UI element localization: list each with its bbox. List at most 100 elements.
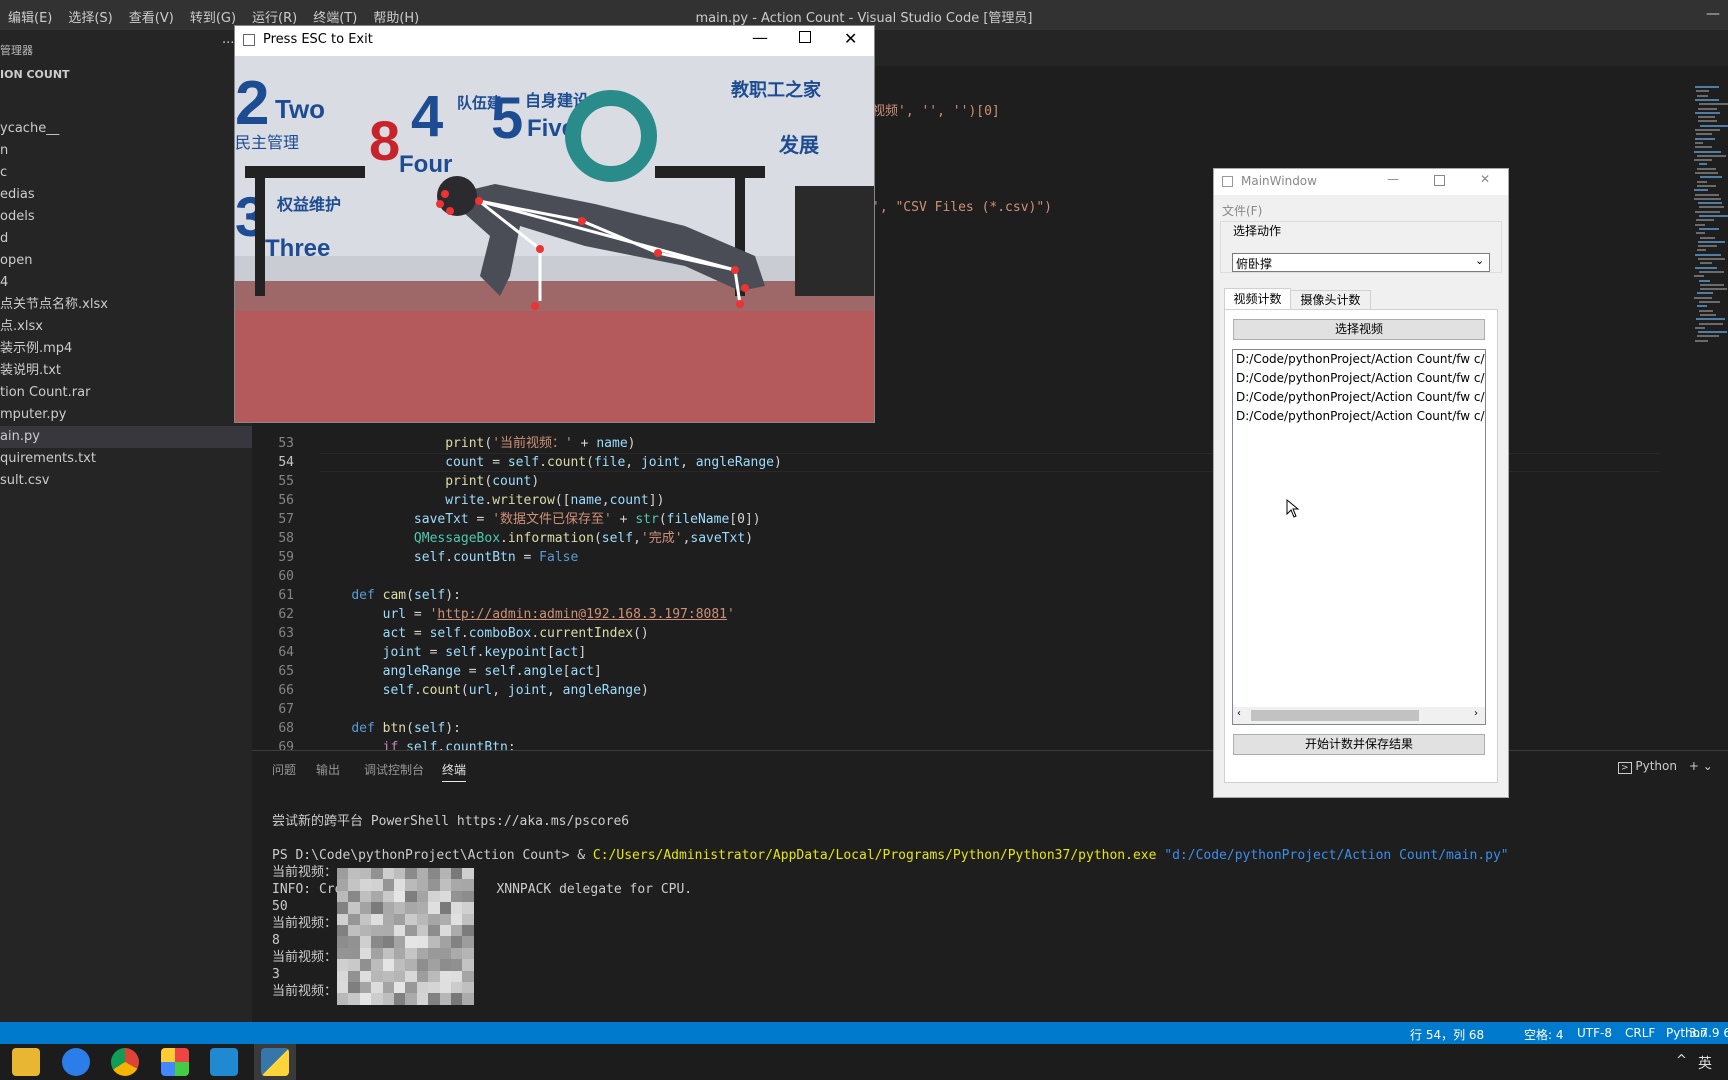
- mosaic-cell: [417, 971, 428, 982]
- panel-tab[interactable]: 输出: [316, 761, 340, 778]
- mosaic-cell: [451, 971, 462, 982]
- minimize-icon[interactable]: —: [1698, 6, 1728, 22]
- scroll-left-icon[interactable]: ‹: [1237, 708, 1241, 719]
- mosaic-cell: [462, 902, 473, 913]
- minimap-line: [1699, 323, 1723, 325]
- minimize-icon[interactable]: —: [752, 28, 768, 47]
- code-token: .: [414, 683, 422, 698]
- add-terminal-icon[interactable]: +: [1689, 759, 1699, 773]
- status-eol[interactable]: CRLF: [1625, 1026, 1655, 1040]
- file-tree-item[interactable]: 装示例.mp4: [0, 338, 252, 360]
- mosaic-cell: [462, 993, 473, 1004]
- mosaic-cell: [428, 959, 439, 970]
- code-token: saveTxt: [690, 531, 745, 546]
- app-icon[interactable]: [161, 1048, 189, 1076]
- video-file-item[interactable]: D:/Code/pythonProject/Action Count/fw c/…: [1236, 371, 1486, 385]
- file-tree-item[interactable]: 装说明.txt: [0, 360, 252, 382]
- file-tree-item[interactable]: edias: [0, 184, 252, 206]
- code-token: =: [406, 626, 429, 641]
- file-tree-item[interactable]: 点.xlsx: [0, 316, 252, 338]
- mosaic-cell: [440, 879, 451, 890]
- panel-tab[interactable]: 调试控制台: [364, 761, 424, 778]
- code-token: count: [492, 474, 531, 489]
- mosaic-cell: [383, 879, 394, 890]
- video-file-item[interactable]: D:/Code/pythonProject/Action Count/fw c/…: [1236, 390, 1486, 404]
- file-tree-item[interactable]: n: [0, 140, 252, 162]
- code-token: [320, 626, 383, 641]
- mosaic-cell: [383, 982, 394, 993]
- line-number: 66: [252, 681, 294, 700]
- mosaic-cell: [360, 959, 371, 970]
- code-token: def: [351, 721, 374, 736]
- start-count-button[interactable]: 开始计数并保存结果: [1233, 734, 1485, 755]
- menu-file[interactable]: 文件(F): [1222, 202, 1262, 219]
- status-indentation[interactable]: 空格: 4: [1524, 1026, 1564, 1043]
- mosaic-cell: [348, 879, 359, 890]
- terminal-line: 当前视频：: [272, 949, 337, 966]
- minimap-line: [1698, 108, 1717, 110]
- status-interpreter[interactable]: 3.7.9 64: [1689, 1026, 1728, 1040]
- file-tree-item[interactable]: odels: [0, 206, 252, 228]
- action-combo-box[interactable]: 俯卧撑 ⌄: [1232, 253, 1490, 272]
- quark-browser-icon[interactable]: [62, 1048, 90, 1076]
- file-tree-item[interactable]: sult.csv: [0, 470, 252, 492]
- terminal-line: PS D:\Code\pythonProject\Action Count> &…: [272, 847, 1509, 864]
- file-tree-item[interactable]: mputer.py: [0, 404, 252, 426]
- code-token: '完成': [641, 531, 683, 546]
- vscode-icon[interactable]: [210, 1048, 238, 1076]
- file-tree-item[interactable]: 4: [0, 272, 252, 294]
- code-token: ,: [547, 683, 563, 698]
- file-tree-item[interactable]: 点关节点名称.xlsx: [0, 294, 252, 316]
- file-tree-item[interactable]: open: [0, 250, 252, 272]
- status-cursor-position[interactable]: 行 54，列 68: [1410, 1026, 1484, 1043]
- video-file-item[interactable]: D:/Code/pythonProject/Action Count/fw c/…: [1236, 352, 1486, 366]
- tray-chevron-icon[interactable]: ^: [1676, 1053, 1687, 1068]
- scroll-right-icon[interactable]: ›: [1474, 708, 1478, 719]
- keypoint: [741, 284, 749, 292]
- mosaic-cell: [451, 868, 462, 879]
- ime-indicator[interactable]: 英: [1698, 1053, 1712, 1073]
- explorer-more-icon[interactable]: ···: [222, 36, 234, 51]
- file-tree-item[interactable]: ycache__: [0, 118, 252, 140]
- mosaic-cell: [428, 914, 439, 925]
- close-icon[interactable]: ✕: [844, 29, 857, 48]
- file-tree-item[interactable]: c: [0, 162, 252, 184]
- minimap-line: [1695, 224, 1705, 226]
- terminal-profile[interactable]: > Python + ⌄: [1618, 759, 1713, 773]
- code-token: .: [500, 531, 508, 546]
- maximize-icon[interactable]: [1434, 175, 1445, 186]
- mosaic-cell: [394, 936, 405, 947]
- tab-camera-count[interactable]: 摄像头计数: [1291, 290, 1371, 310]
- file-tree-item[interactable]: tion Count.rar: [0, 382, 252, 404]
- file-tree-item[interactable]: quirements.txt: [0, 448, 252, 470]
- file-explorer-icon[interactable]: [12, 1048, 40, 1076]
- video-file-item[interactable]: D:/Code/pythonProject/Action Count/fw c/…: [1236, 409, 1486, 423]
- panel-tab[interactable]: 问题: [272, 761, 296, 778]
- panel-tab[interactable]: 终端: [442, 761, 466, 782]
- mosaic-cell: [440, 959, 451, 970]
- code-token: ):: [445, 588, 461, 603]
- tab-video-count[interactable]: 视频计数: [1224, 288, 1291, 310]
- poster-text: Four: [399, 151, 452, 178]
- file-tree-item[interactable]: d: [0, 228, 252, 250]
- python-app-active[interactable]: [254, 1044, 296, 1080]
- minimap-line: [1694, 275, 1704, 277]
- horizontal-scrollbar[interactable]: ‹ ›: [1233, 707, 1485, 724]
- minimize-icon[interactable]: —: [1387, 172, 1399, 186]
- mosaic-cell: [440, 982, 451, 993]
- chrome-icon[interactable]: [111, 1048, 139, 1076]
- close-icon[interactable]: ✕: [1480, 172, 1490, 186]
- file-tree-item[interactable]: ain.py: [0, 426, 252, 448]
- maximize-icon[interactable]: [799, 31, 811, 43]
- mosaic-cell: [417, 936, 428, 947]
- terminal-line: 当前视频：: [272, 864, 337, 881]
- status-encoding[interactable]: UTF-8: [1577, 1026, 1612, 1040]
- mosaic-cell: [417, 879, 428, 890]
- project-folder-label[interactable]: ION COUNT: [0, 68, 70, 81]
- opencv-window-title: Press ESC to Exit: [263, 32, 373, 47]
- minimap[interactable]: [1694, 86, 1728, 346]
- chevron-down-icon[interactable]: ⌄: [1703, 759, 1713, 773]
- video-file-list[interactable]: D:/Code/pythonProject/Action Count/fw c/…: [1232, 349, 1486, 725]
- select-video-button[interactable]: 选择视频: [1233, 319, 1485, 340]
- scrollbar-thumb[interactable]: [1251, 710, 1419, 721]
